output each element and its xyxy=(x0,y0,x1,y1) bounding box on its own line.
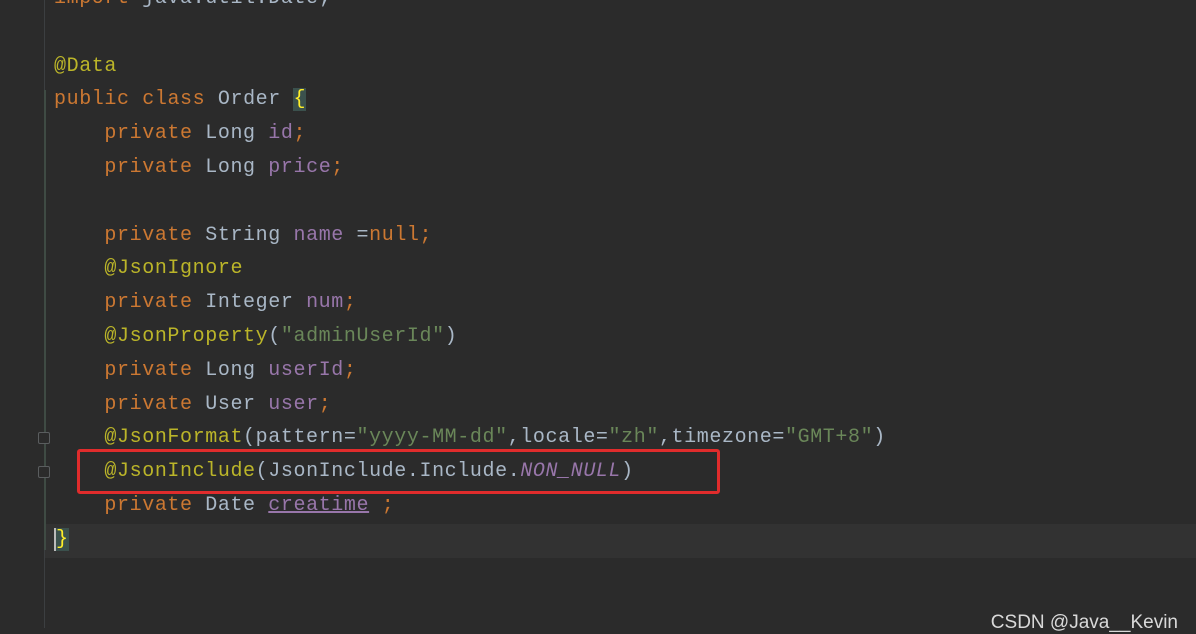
code-line: import java.util.Date; xyxy=(54,0,886,16)
annotation-highlight-box xyxy=(77,449,720,494)
close-brace: } xyxy=(54,527,69,551)
code-line: private Long userId; xyxy=(104,358,357,382)
open-brace: { xyxy=(293,88,307,112)
code-editor[interactable]: import java.util.Date; @Data public class… xyxy=(0,0,1196,633)
code-line: private Long id; xyxy=(104,122,307,146)
code-line: public class Order { xyxy=(54,88,307,112)
code-line: private Long price; xyxy=(104,155,344,179)
fold-guide xyxy=(44,90,46,550)
code-line: private String name =null; xyxy=(104,223,433,247)
watermark: CSDN @Java__Kevin xyxy=(990,612,1178,633)
code-line: @JsonIgnore xyxy=(104,257,244,281)
fold-marker-icon[interactable] xyxy=(38,432,50,444)
fold-marker-icon[interactable] xyxy=(38,466,50,478)
code-line: } xyxy=(54,523,886,557)
code-line: private Date creatime ; xyxy=(104,493,395,517)
code-line: private User user; xyxy=(104,392,332,416)
code-line: @Data xyxy=(54,54,118,78)
code-line: private Integer num; xyxy=(104,291,357,315)
code-line: @JsonProperty("adminUserId") xyxy=(104,324,458,348)
